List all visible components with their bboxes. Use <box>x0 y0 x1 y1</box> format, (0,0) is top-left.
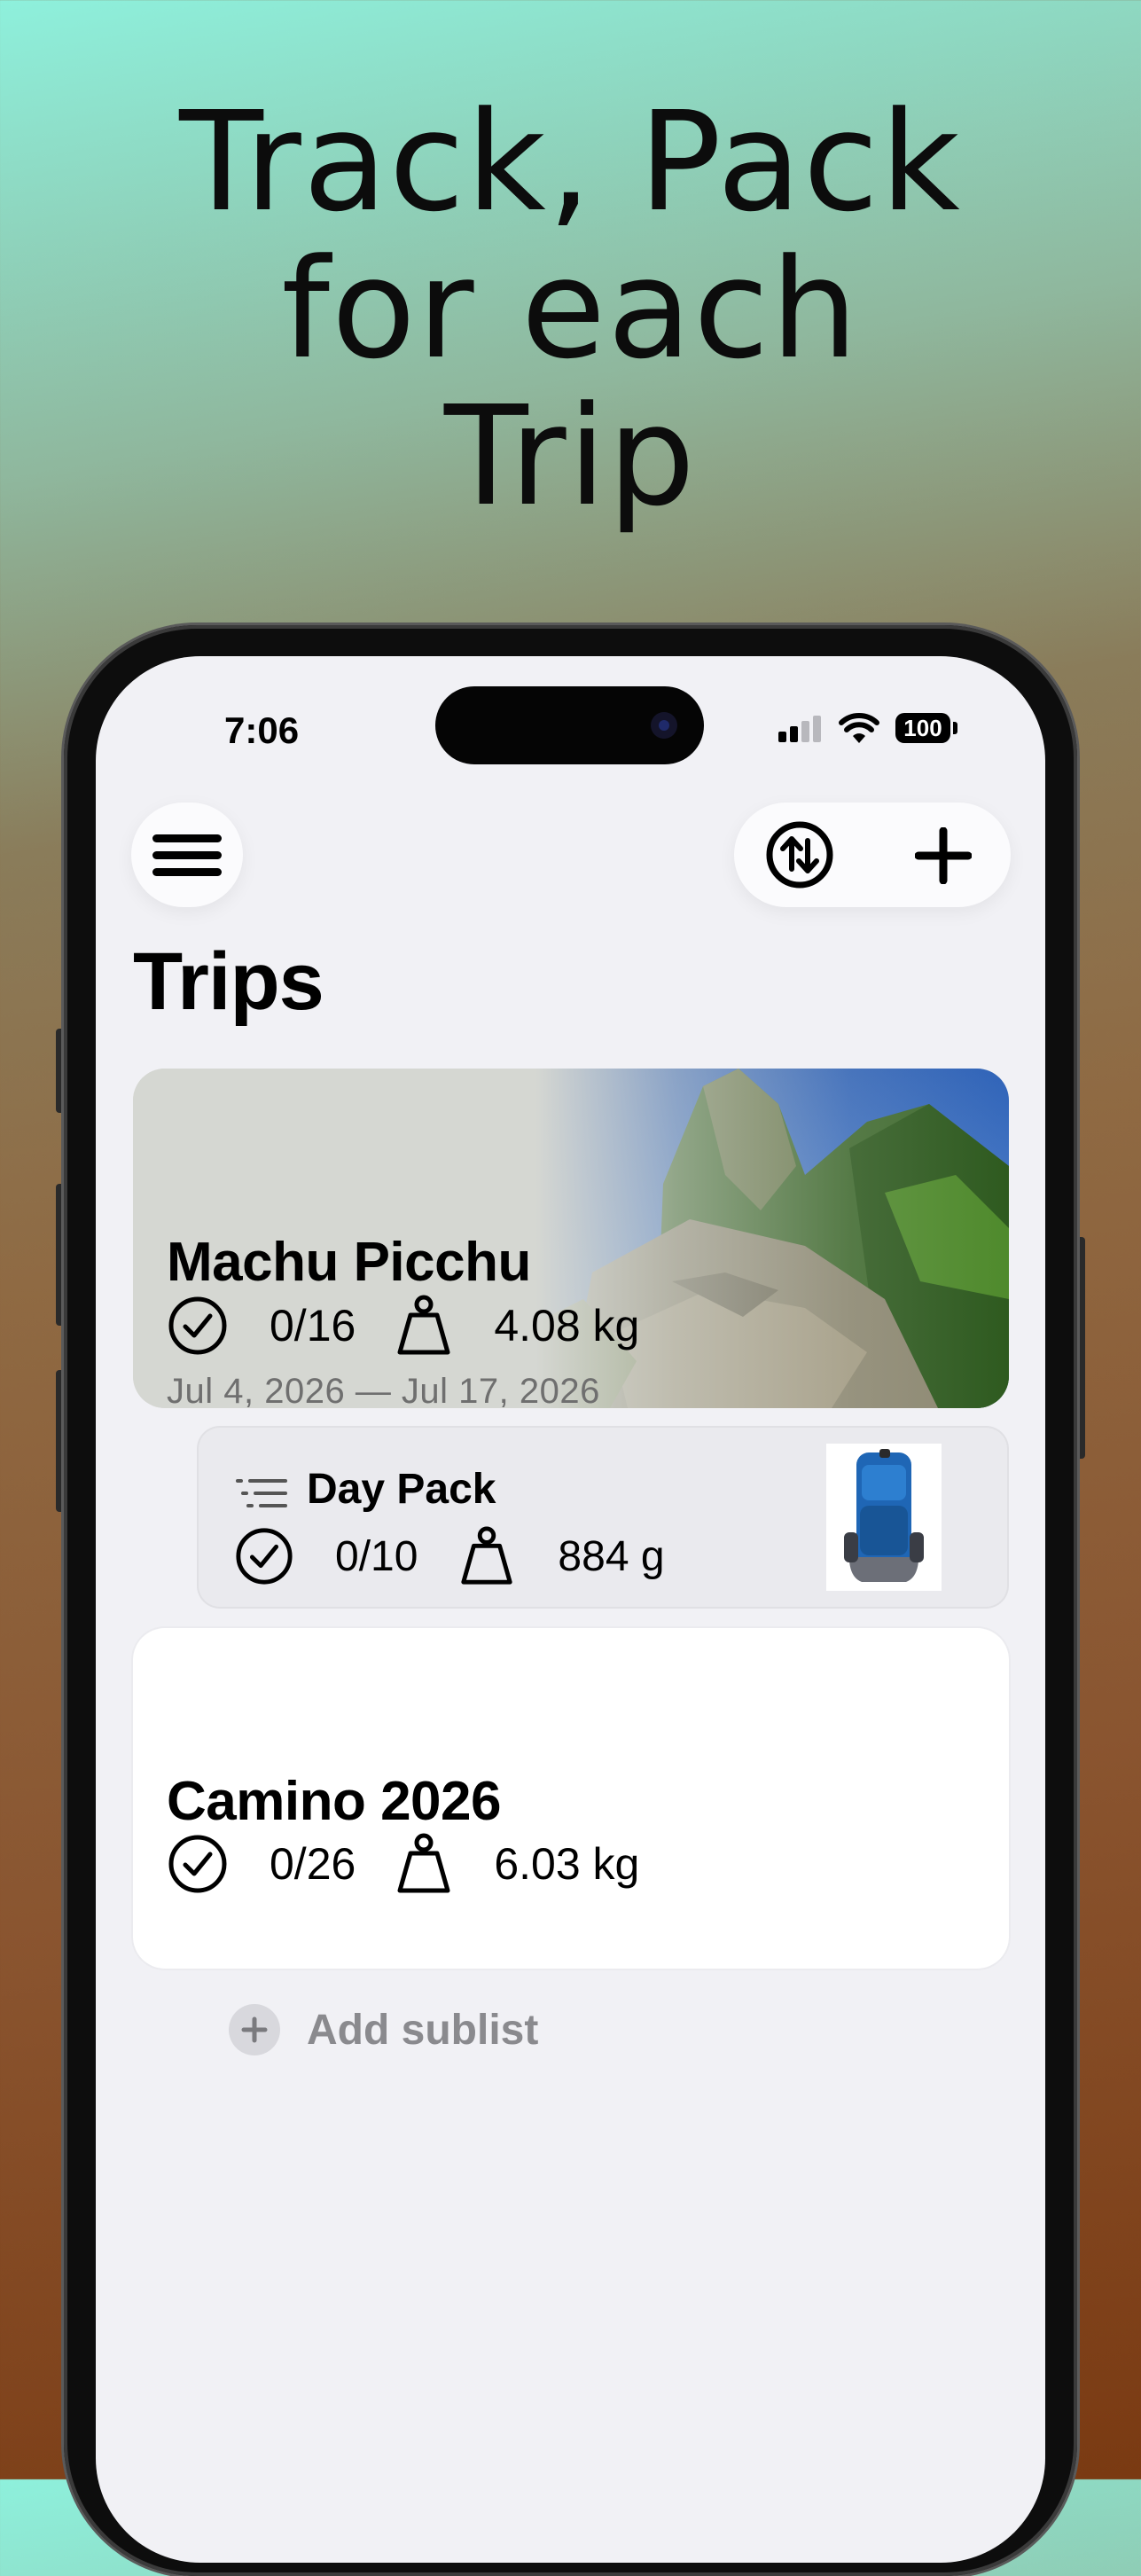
trip-stats: 0/16 4.08 kg <box>167 1290 639 1361</box>
trip-name: Camino 2026 <box>167 1771 502 1832</box>
sublist-weight: 884 g <box>558 1532 665 1580</box>
packed-count: 0/26 <box>270 1839 356 1889</box>
marketing-headline: Track, Pack for each Trip <box>0 89 1141 530</box>
phone-screen: 7:06 100 Trips Machu Picchu 0/16 4.08 kg… <box>96 656 1045 2563</box>
packed-count: 0/10 <box>335 1532 418 1580</box>
plus-icon[interactable] <box>915 827 972 884</box>
trip-name: Machu Picchu <box>167 1232 531 1293</box>
wifi-icon <box>839 713 879 743</box>
weight-icon <box>397 1833 450 1893</box>
trip-weight: 6.03 kg <box>494 1839 640 1889</box>
hamburger-icon <box>152 834 222 885</box>
cellular-signal-icon <box>778 716 824 742</box>
menu-button[interactable] <box>131 803 243 907</box>
sublist-stats: 0/10 884 g <box>234 1521 665 1592</box>
backpack-image <box>826 1444 942 1591</box>
add-sublist-label: Add sublist <box>307 2006 539 2054</box>
checkmark-circle-icon <box>168 1296 227 1355</box>
list-icon <box>236 1479 287 1507</box>
headline-line-3: Trip <box>443 376 698 536</box>
headline-line-1: Track, Pack <box>179 82 962 242</box>
trip-stats: 0/26 6.03 kg <box>167 1828 639 1899</box>
trip-card-camino-2026[interactable]: Camino 2026 0/26 6.03 kg <box>133 1628 1009 1969</box>
power-button <box>1076 1237 1085 1459</box>
weight-icon <box>461 1526 513 1585</box>
add-sublist-button[interactable]: Add sublist <box>229 2004 538 2055</box>
battery-tip <box>953 722 957 734</box>
sublist-card-day-pack[interactable]: Day Pack 0/10 884 g <box>199 1428 1007 1607</box>
trip-weight: 4.08 kg <box>494 1301 640 1351</box>
trip-dates: Jul 4, 2026 — Jul 17, 2026 <box>167 1372 600 1408</box>
weight-icon <box>397 1295 450 1355</box>
dynamic-island <box>435 686 704 764</box>
headline-line-2: for each <box>281 229 860 389</box>
add-circle-icon <box>229 2004 280 2055</box>
checkmark-circle-icon <box>168 1835 227 1893</box>
toolbar-actions <box>734 803 1011 907</box>
front-camera <box>651 712 677 739</box>
sort-arrows-icon[interactable] <box>765 820 834 889</box>
packed-count: 0/16 <box>270 1301 356 1351</box>
battery-indicator: 100 <box>895 713 950 743</box>
page-title: Trips <box>133 936 324 1027</box>
status-time: 7:06 <box>224 709 300 751</box>
checkmark-circle-icon <box>236 1528 293 1585</box>
sublist-name: Day Pack <box>307 1466 496 1513</box>
trip-card-machu-picchu[interactable]: Machu Picchu 0/16 4.08 kg Jul 4, 2026 — … <box>133 1069 1009 1408</box>
